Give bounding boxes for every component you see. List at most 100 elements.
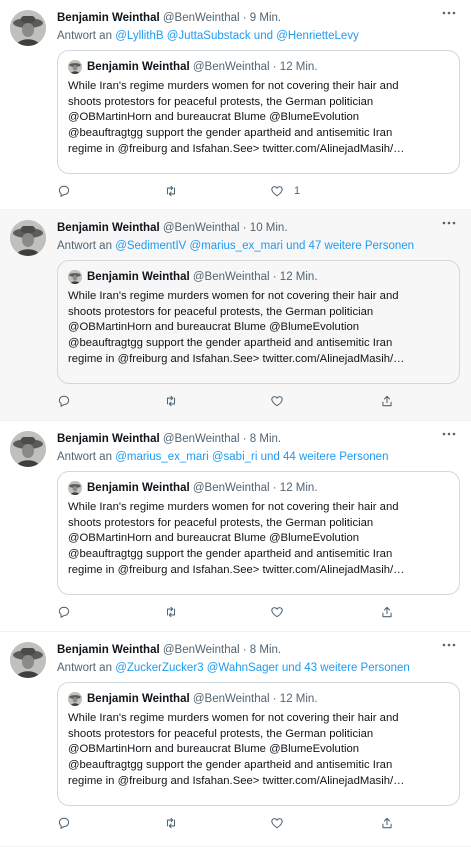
tweet-header: Benjamin Weinthal @BenWeinthal · 8 Min.: [57, 432, 441, 446]
quoted-author-name: Benjamin Weinthal: [87, 271, 190, 284]
quoted-tweet[interactable]: Benjamin Weinthal @BenWeinthal · 12 Min.…: [57, 471, 460, 595]
quoted-author-handle: @BenWeinthal: [192, 271, 270, 284]
quoted-author-name: Benjamin Weinthal: [87, 482, 190, 495]
reply-button[interactable]: [57, 181, 71, 201]
retweet-icon: [166, 606, 176, 618]
quoted-header: Benjamin Weinthal @BenWeinthal · 12 Min.: [68, 481, 318, 495]
author-name[interactable]: Benjamin Weinthal: [57, 222, 160, 234]
quoted-avatar: [68, 270, 82, 284]
tweet[interactable]: Benjamin Weinthal @BenWeinthal · 8 Min. …: [0, 421, 471, 632]
quoted-time: 12 Min.: [279, 271, 318, 284]
like-count: 1: [294, 185, 301, 197]
reply-button[interactable]: [57, 813, 71, 833]
separator: ·: [242, 433, 247, 445]
quoted-author-name: Benjamin Weinthal: [87, 693, 190, 706]
reply-prefix: Antwort an: [57, 240, 112, 252]
quoted-time: 12 Min.: [279, 61, 318, 74]
heart-icon: [271, 186, 283, 197]
quoted-author-handle: @BenWeinthal: [192, 61, 270, 74]
reply-button[interactable]: [57, 391, 71, 411]
share-button[interactable]: [380, 602, 394, 622]
retweet-button[interactable]: [164, 391, 178, 411]
quoted-author-handle: @BenWeinthal: [192, 482, 270, 495]
quoted-avatar: [68, 481, 82, 495]
more-icon[interactable]: [439, 216, 459, 234]
share-icon: [382, 817, 392, 829]
separator: ·: [272, 271, 277, 284]
retweet-button[interactable]: [164, 602, 178, 622]
reply-context: Antwort an @ZuckerZucker3 @WahnSager und…: [57, 661, 461, 675]
quoted-text: While Iran's regime murders women for no…: [68, 290, 405, 365]
heart-icon: [271, 818, 283, 829]
tweet[interactable]: Benjamin Weinthal @BenWeinthal · 8 Min. …: [0, 632, 471, 847]
avatar[interactable]: [10, 10, 46, 46]
retweet-icon: [166, 817, 176, 829]
more-icon[interactable]: [439, 6, 459, 24]
retweet-button[interactable]: [164, 181, 178, 201]
author-name[interactable]: Benjamin Weinthal: [57, 12, 160, 24]
like-button[interactable]: [270, 813, 294, 833]
retweet-icon: [166, 185, 176, 197]
tweet-time[interactable]: 8 Min.: [250, 644, 281, 656]
quoted-header: Benjamin Weinthal @BenWeinthal · 12 Min.: [68, 270, 318, 284]
separator: ·: [272, 693, 277, 706]
quoted-time: 12 Min.: [279, 693, 318, 706]
retweet-button[interactable]: [164, 813, 178, 833]
action-bar: [57, 602, 397, 622]
share-icon: [382, 606, 392, 618]
reply-targets[interactable]: @SedimentIV @marius_ex_mari und 47 weite…: [115, 240, 414, 252]
quoted-avatar: [68, 60, 82, 74]
heart-icon: [271, 396, 283, 407]
reply-targets[interactable]: @marius_ex_mari @sabi_ri und 44 weitere …: [115, 451, 388, 463]
more-icon[interactable]: [439, 638, 459, 656]
separator: ·: [272, 482, 277, 495]
avatar[interactable]: [10, 431, 46, 467]
quoted-author-name: Benjamin Weinthal: [87, 61, 190, 74]
reply-targets[interactable]: @LyllithB @JuttaSubstack und @HenrietteL…: [115, 30, 359, 42]
separator: ·: [242, 222, 247, 234]
quoted-header: Benjamin Weinthal @BenWeinthal · 12 Min.: [68, 60, 318, 74]
more-icon[interactable]: [439, 427, 459, 445]
tweet-header: Benjamin Weinthal @BenWeinthal · 8 Min.: [57, 643, 441, 657]
tweet[interactable]: Benjamin Weinthal @BenWeinthal · 9 Min. …: [0, 0, 471, 210]
author-handle[interactable]: @BenWeinthal: [163, 644, 240, 656]
author-handle[interactable]: @BenWeinthal: [163, 222, 240, 234]
quoted-tweet[interactable]: Benjamin Weinthal @BenWeinthal · 12 Min.…: [57, 50, 460, 174]
reply-prefix: Antwort an: [57, 30, 112, 42]
tweet-time[interactable]: 10 Min.: [250, 222, 288, 234]
author-handle[interactable]: @BenWeinthal: [163, 12, 240, 24]
reply-prefix: Antwort an: [57, 451, 112, 463]
quoted-text: While Iran's regime murders women for no…: [68, 501, 405, 576]
quoted-tweet[interactable]: Benjamin Weinthal @BenWeinthal · 12 Min.…: [57, 260, 460, 384]
reply-prefix: Antwort an: [57, 662, 112, 674]
share-button[interactable]: [380, 813, 394, 833]
quoted-author-handle: @BenWeinthal: [192, 693, 270, 706]
tweet-header: Benjamin Weinthal @BenWeinthal · 9 Min.: [57, 11, 441, 25]
action-bar: [57, 813, 397, 833]
reply-icon: [58, 395, 70, 408]
share-icon: [382, 395, 392, 407]
author-name[interactable]: Benjamin Weinthal: [57, 433, 160, 445]
quoted-tweet[interactable]: Benjamin Weinthal @BenWeinthal · 12 Min.…: [57, 682, 460, 806]
author-name[interactable]: Benjamin Weinthal: [57, 644, 160, 656]
separator: ·: [242, 644, 247, 656]
avatar[interactable]: [10, 220, 46, 256]
reply-button[interactable]: [57, 602, 71, 622]
author-handle[interactable]: @BenWeinthal: [163, 433, 240, 445]
reply-targets[interactable]: @ZuckerZucker3 @WahnSager und 43 weitere…: [115, 662, 410, 674]
like-button[interactable]: [270, 602, 294, 622]
heart-icon: [271, 607, 283, 618]
quoted-text: While Iran's regime murders women for no…: [68, 712, 405, 787]
separator: ·: [272, 61, 277, 74]
action-bar: 1: [57, 181, 397, 201]
like-button[interactable]: 1: [270, 181, 300, 201]
quoted-avatar: [68, 692, 82, 706]
tweet-time[interactable]: 9 Min.: [250, 12, 281, 24]
tweet[interactable]: Benjamin Weinthal @BenWeinthal · 10 Min.…: [0, 210, 471, 421]
reply-context: Antwort an @LyllithB @JuttaSubstack und …: [57, 29, 461, 43]
share-button[interactable]: [380, 391, 394, 411]
reply-icon: [58, 817, 70, 830]
like-button[interactable]: [270, 391, 294, 411]
avatar[interactable]: [10, 642, 46, 678]
tweet-time[interactable]: 8 Min.: [250, 433, 281, 445]
